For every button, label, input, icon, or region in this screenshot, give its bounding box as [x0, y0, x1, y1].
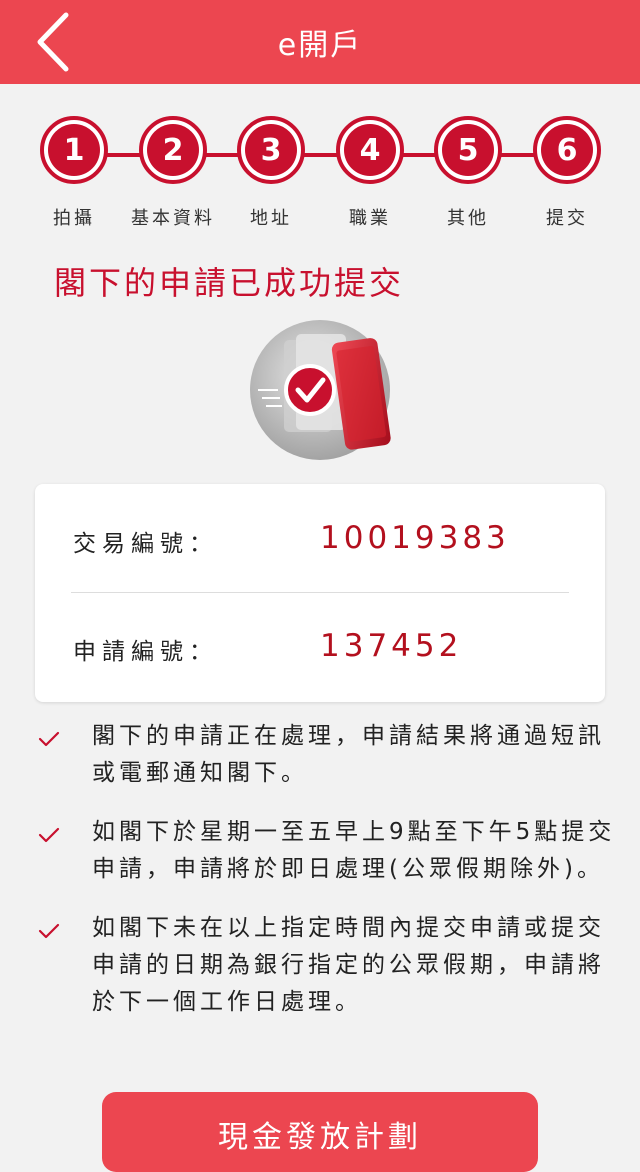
step-5: 5 其他 [430, 116, 506, 229]
step-number: 4 [344, 124, 396, 176]
step-circle: 6 [533, 116, 601, 184]
note-text: 如閣下於星期一至五早上9點至下午5點提交申請，申請將於即日處理(公眾假期除外)。 [92, 819, 616, 882]
application-number-row: 申請編號： 137452 [35, 618, 605, 678]
step-label: 職業 [349, 208, 391, 229]
step-3: 3 地址 [233, 116, 309, 229]
note-item: 閣下的申請正在處理，申請結果將通過短訊或電郵通知閣下。 [36, 718, 616, 792]
step-circle: 1 [40, 116, 108, 184]
step-4: 4 職業 [332, 116, 408, 229]
page-title: e開戶 [277, 28, 363, 63]
success-message: 閣下的申請已成功提交 [54, 264, 405, 302]
application-number-label: 申請編號： [73, 639, 218, 665]
step-number: 1 [48, 124, 100, 176]
note-text: 閣下的申請正在處理，申請結果將通過短訊或電郵通知閣下。 [92, 723, 605, 786]
step-label: 提交 [546, 208, 588, 229]
step-number: 5 [442, 124, 494, 176]
step-number: 2 [147, 124, 199, 176]
reference-card: 交易編號： 10019383 申請編號： 137452 [35, 484, 605, 702]
note-text: 如閣下未在以上指定時間內提交申請或提交申請的日期為銀行指定的公眾假期，申請將於下… [92, 915, 605, 1015]
step-1: 1 拍攝 [36, 116, 112, 229]
phone-check-icon [250, 320, 395, 465]
step-circle: 2 [139, 116, 207, 184]
back-button[interactable] [22, 8, 82, 76]
step-circle: 3 [237, 116, 305, 184]
step-label: 地址 [250, 208, 292, 229]
step-label: 基本資料 [131, 208, 215, 229]
step-circle: 5 [434, 116, 502, 184]
app-header: e開戶 [0, 0, 640, 84]
progress-stepper: 1 拍攝 2 基本資料 3 地址 4 職業 5 其他 6 提交 [0, 116, 640, 236]
step-6: 6 提交 [529, 116, 605, 229]
step-2: 2 基本資料 [131, 116, 212, 229]
check-icon [38, 827, 60, 843]
card-divider [71, 592, 569, 593]
step-number: 6 [541, 124, 593, 176]
step-number: 3 [245, 124, 297, 176]
step-label: 拍攝 [53, 208, 95, 229]
note-item: 如閣下未在以上指定時間內提交申請或提交申請的日期為銀行指定的公眾假期，申請將於下… [36, 910, 616, 1021]
notes-list: 閣下的申請正在處理，申請結果將通過短訊或電郵通知閣下。 如閣下於星期一至五早上9… [36, 718, 616, 1043]
chevron-left-icon [37, 12, 69, 72]
check-icon [38, 923, 60, 939]
note-item: 如閣下於星期一至五早上9點至下午5點提交申請，申請將於即日處理(公眾假期除外)。 [36, 814, 616, 888]
transaction-number-value: 10019383 [320, 520, 510, 556]
transaction-number-row: 交易編號： 10019383 [35, 510, 605, 570]
cash-disbursement-button[interactable]: 現金發放計劃 [102, 1092, 538, 1172]
application-number-value: 137452 [320, 628, 463, 664]
check-icon [38, 731, 60, 747]
step-label: 其他 [447, 208, 489, 229]
step-circle: 4 [336, 116, 404, 184]
transaction-number-label: 交易編號： [73, 531, 218, 557]
